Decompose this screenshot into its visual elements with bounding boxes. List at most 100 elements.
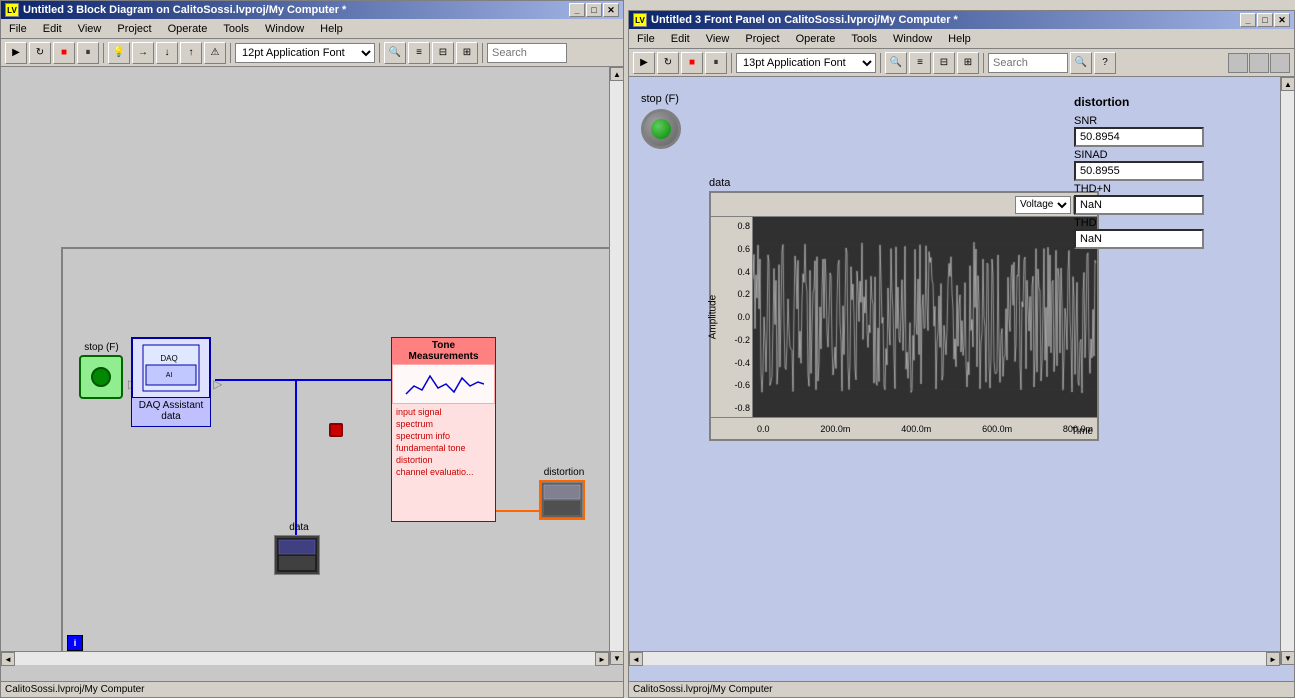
run-continuously-button[interactable]: ↻: [29, 42, 51, 64]
distortion-indicator: distortion: [539, 467, 589, 522]
fp-scroll-down[interactable]: ▼: [1281, 651, 1294, 665]
minimize-button[interactable]: _: [569, 3, 585, 17]
fp-toolbar-sep-2: [880, 53, 881, 73]
fp-panel-btn-3[interactable]: [1270, 53, 1290, 73]
y-axis: 0.8 0.6 0.4 0.2 0.0 -0.2 -0.4 -0.6 -0.8 …: [711, 217, 753, 417]
fp-menu-window[interactable]: Window: [889, 32, 936, 46]
fp-scroll-right[interactable]: ►: [1266, 652, 1280, 666]
fp-menu-help[interactable]: Help: [944, 32, 975, 46]
bd-scroll-track-h[interactable]: [15, 652, 595, 665]
fp-close-button[interactable]: ✕: [1274, 13, 1290, 27]
fp-search-button[interactable]: 🔍: [1070, 52, 1092, 74]
menu-tools[interactable]: Tools: [219, 22, 253, 36]
tone-port-channel: channel evaluatio...: [394, 466, 493, 478]
y-label-0: 0.8: [713, 221, 750, 231]
bd-scroll-left[interactable]: ◄: [1, 652, 15, 666]
front-panel-titlebar: LV Untitled 3 Front Panel on CalitoSossi…: [629, 11, 1294, 29]
zoom-btn[interactable]: 🔍: [384, 42, 406, 64]
data-indicator-box: [274, 535, 320, 575]
fp-minimize-button[interactable]: _: [1240, 13, 1256, 27]
fp-help-button[interactable]: ?: [1094, 52, 1116, 74]
snr-row: SNR 50.8954: [1074, 115, 1244, 147]
dist-btn[interactable]: ⊟: [432, 42, 454, 64]
fp-abort-button[interactable]: ■: [681, 52, 703, 74]
fp-resize-btn[interactable]: ⊞: [957, 52, 979, 74]
tone-measurements-block[interactable]: Tone Measurements input signal spectrum …: [391, 337, 496, 522]
menu-file[interactable]: File: [5, 22, 31, 36]
fp-pause-button[interactable]: ⏸: [705, 52, 727, 74]
fp-font-selector[interactable]: 13pt Application Font: [736, 53, 876, 73]
fp-menu-file[interactable]: File: [633, 32, 659, 46]
maximize-button[interactable]: □: [586, 3, 602, 17]
fp-scroll-track-h[interactable]: [643, 652, 1266, 665]
menu-help[interactable]: Help: [316, 22, 347, 36]
run-button[interactable]: ▶: [5, 42, 27, 64]
bd-scroll-down[interactable]: ▼: [610, 651, 623, 665]
tone-port-distortion: distortion: [394, 454, 493, 466]
bd-scroll-right[interactable]: ►: [595, 652, 609, 666]
data-indicator: data: [274, 522, 324, 572]
fp-panel-btn-2[interactable]: [1249, 53, 1269, 73]
font-selector[interactable]: 12pt Application Font: [235, 43, 375, 63]
chart-container: Voltage ↔ 0.8 0.6 0.4 0.2 0.0 -0.2 -0.4: [709, 191, 1099, 441]
fp-menu-edit[interactable]: Edit: [667, 32, 694, 46]
fp-scroll-left[interactable]: ◄: [629, 652, 643, 666]
pause-button[interactable]: ⏸: [77, 42, 99, 64]
snr-value: 50.8954: [1080, 131, 1120, 143]
fp-panel-btn-1[interactable]: [1228, 53, 1248, 73]
fp-dist-btn[interactable]: ⊟: [933, 52, 955, 74]
highlight-button[interactable]: 💡: [108, 42, 130, 64]
chart-mode-selector[interactable]: Voltage: [1015, 196, 1071, 214]
fp-scrollbar-v: ▲ ▼: [1280, 77, 1294, 665]
y-label-5: -0.2: [713, 335, 750, 345]
daq-assistant-block[interactable]: DAQ AI DAQ Assistant data: [131, 337, 211, 427]
stop-wire-indicator[interactable]: [329, 423, 343, 437]
bd-scroll-track-v[interactable]: [610, 81, 623, 651]
step-into-button[interactable]: ↓: [156, 42, 178, 64]
thdn-label: THD+N: [1074, 183, 1244, 195]
align-btn[interactable]: ≡: [408, 42, 430, 64]
fp-stop-indicator: [651, 119, 671, 139]
fp-run-button[interactable]: ▶: [633, 52, 655, 74]
front-panel-menubar: File Edit View Project Operate Tools Win…: [629, 29, 1294, 49]
tone-port-fundamental: fundamental tone: [394, 442, 493, 454]
toolbar-sep-1: [103, 43, 104, 63]
menu-window[interactable]: Window: [261, 22, 308, 36]
stop-button-block[interactable]: [79, 355, 123, 399]
resize-btn[interactable]: ⊞: [456, 42, 478, 64]
fp-menu-tools[interactable]: Tools: [847, 32, 881, 46]
menu-view[interactable]: View: [74, 22, 106, 36]
fp-align-btn[interactable]: ≡: [909, 52, 931, 74]
close-button[interactable]: ✕: [603, 3, 619, 17]
menu-edit[interactable]: Edit: [39, 22, 66, 36]
tone-port-spectrum-info: spectrum info: [394, 430, 493, 442]
fp-maximize-button[interactable]: □: [1257, 13, 1273, 27]
fp-run-cont-button[interactable]: ↻: [657, 52, 679, 74]
fp-stop-button[interactable]: [641, 109, 681, 149]
lv-icon: LV: [5, 3, 19, 17]
menu-project[interactable]: Project: [113, 22, 155, 36]
fp-scroll-track-v[interactable]: [1281, 91, 1294, 651]
block-diagram-menubar: File Edit View Project Operate Tools Win…: [1, 19, 623, 39]
thd-label: THD: [1074, 217, 1244, 229]
snr-value-display: 50.8954: [1074, 127, 1204, 147]
bd-scroll-up[interactable]: ▲: [610, 67, 623, 81]
wire-to-tone-h: [295, 379, 395, 381]
abort-button[interactable]: ■: [53, 42, 75, 64]
fp-zoom-btn[interactable]: 🔍: [885, 52, 907, 74]
y-label-8: -0.8: [713, 403, 750, 413]
fp-menu-project[interactable]: Project: [741, 32, 783, 46]
distortion-panel: distortion SNR 50.8954 SINAD 50.8955 THD…: [1074, 95, 1244, 251]
fp-scroll-up[interactable]: ▲: [1281, 77, 1294, 91]
search-input[interactable]: [487, 43, 567, 63]
fp-scrollbar-h: ◄ ►: [629, 651, 1280, 665]
fp-menu-operate[interactable]: Operate: [792, 32, 840, 46]
menu-operate[interactable]: Operate: [164, 22, 212, 36]
step-over-button[interactable]: →: [132, 42, 154, 64]
fp-search-input[interactable]: [988, 53, 1068, 73]
step-out-button[interactable]: ↑: [180, 42, 202, 64]
warn-button[interactable]: ⚠: [204, 42, 226, 64]
fp-menu-view[interactable]: View: [702, 32, 734, 46]
thdn-row: THD+N NaN: [1074, 183, 1244, 215]
daq-block-icon: DAQ AI: [132, 338, 210, 398]
